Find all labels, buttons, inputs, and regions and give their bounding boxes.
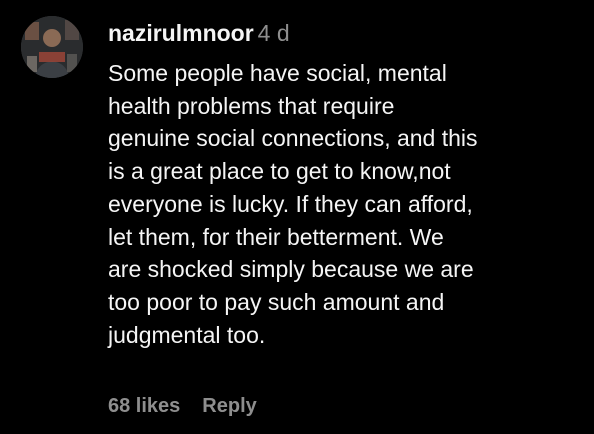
comment-text-line: let them, for their betterment. We [108, 223, 444, 250]
comment-content: nazirulmnoor 4 d Some people have social,… [108, 18, 586, 351]
username-link[interactable]: nazirulmnoor [108, 20, 254, 46]
comment-text-line: genuine social connections, and this [108, 125, 478, 152]
comment-actions: 68 likes Reply [108, 392, 257, 420]
comment-timestamp: 4 d [257, 20, 290, 46]
comment-text-line: are shocked simply because we are [108, 256, 474, 283]
comment-text: Some people have social, mental health p… [108, 57, 586, 351]
comment-text-line: too poor to pay such amount and [108, 288, 445, 315]
comment-text-line: Some people have social, mental [108, 60, 447, 86]
comment-header: nazirulmnoor 4 d [108, 18, 586, 48]
avatar[interactable] [21, 16, 83, 78]
comment-text-line: everyone is lucky. If they can afford, [108, 190, 473, 217]
avatar-image [21, 16, 83, 78]
comment-text-line: health problems that require [108, 92, 395, 119]
reply-button[interactable]: Reply [202, 395, 256, 417]
comment: nazirulmnoor 4 d Some people have social,… [0, 0, 594, 434]
likes-count-link[interactable]: 68 likes [108, 395, 180, 417]
comment-text-line: is a great place to get to know,not [108, 158, 451, 185]
comment-text-line: judgmental too. [108, 321, 266, 348]
